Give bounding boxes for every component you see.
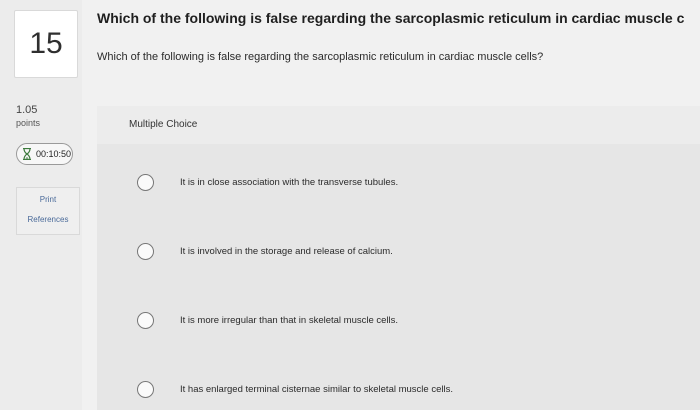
hourglass-icon xyxy=(23,148,31,160)
answer-option-text: It is involved in the storage and releas… xyxy=(180,245,393,257)
answer-panel: Multiple Choice It is in close associati… xyxy=(97,106,700,410)
question-number: 15 xyxy=(14,10,78,78)
question-prompt: Which of the following is false regardin… xyxy=(97,51,544,63)
radio-button[interactable] xyxy=(137,242,154,260)
answer-option[interactable]: It is involved in the storage and releas… xyxy=(137,236,677,266)
question-sidebar: 15 1.05 points 00:10:50 Print References xyxy=(0,0,82,410)
question-title: Which of the following is false regardin… xyxy=(97,10,685,26)
answer-option-text: It is more irregular than that in skelet… xyxy=(180,314,399,326)
answer-option[interactable]: It has enlarged terminal cisternae simil… xyxy=(137,374,677,404)
timer-value: 00:10:50 xyxy=(36,149,72,159)
radio-button[interactable] xyxy=(137,173,154,191)
answer-option-text: It has enlarged terminal cisternae simil… xyxy=(180,383,453,395)
print-link[interactable]: Print xyxy=(17,195,79,204)
side-links-box: Print References xyxy=(16,187,80,235)
radio-button[interactable] xyxy=(137,380,154,398)
timer-button[interactable]: 00:10:50 xyxy=(16,143,73,165)
points-value: 1.05 xyxy=(16,104,38,116)
answer-option[interactable]: It is more irregular than that in skelet… xyxy=(137,305,677,335)
multiple-choice-label: Multiple Choice xyxy=(129,119,198,130)
answer-option[interactable]: It is in close association with the tran… xyxy=(137,167,677,197)
answer-panel-header: Multiple Choice xyxy=(97,106,700,144)
answer-option-text: It is in close association with the tran… xyxy=(180,176,399,188)
references-link[interactable]: References xyxy=(17,215,79,224)
points-label: points xyxy=(16,118,41,128)
radio-button[interactable] xyxy=(137,311,154,329)
